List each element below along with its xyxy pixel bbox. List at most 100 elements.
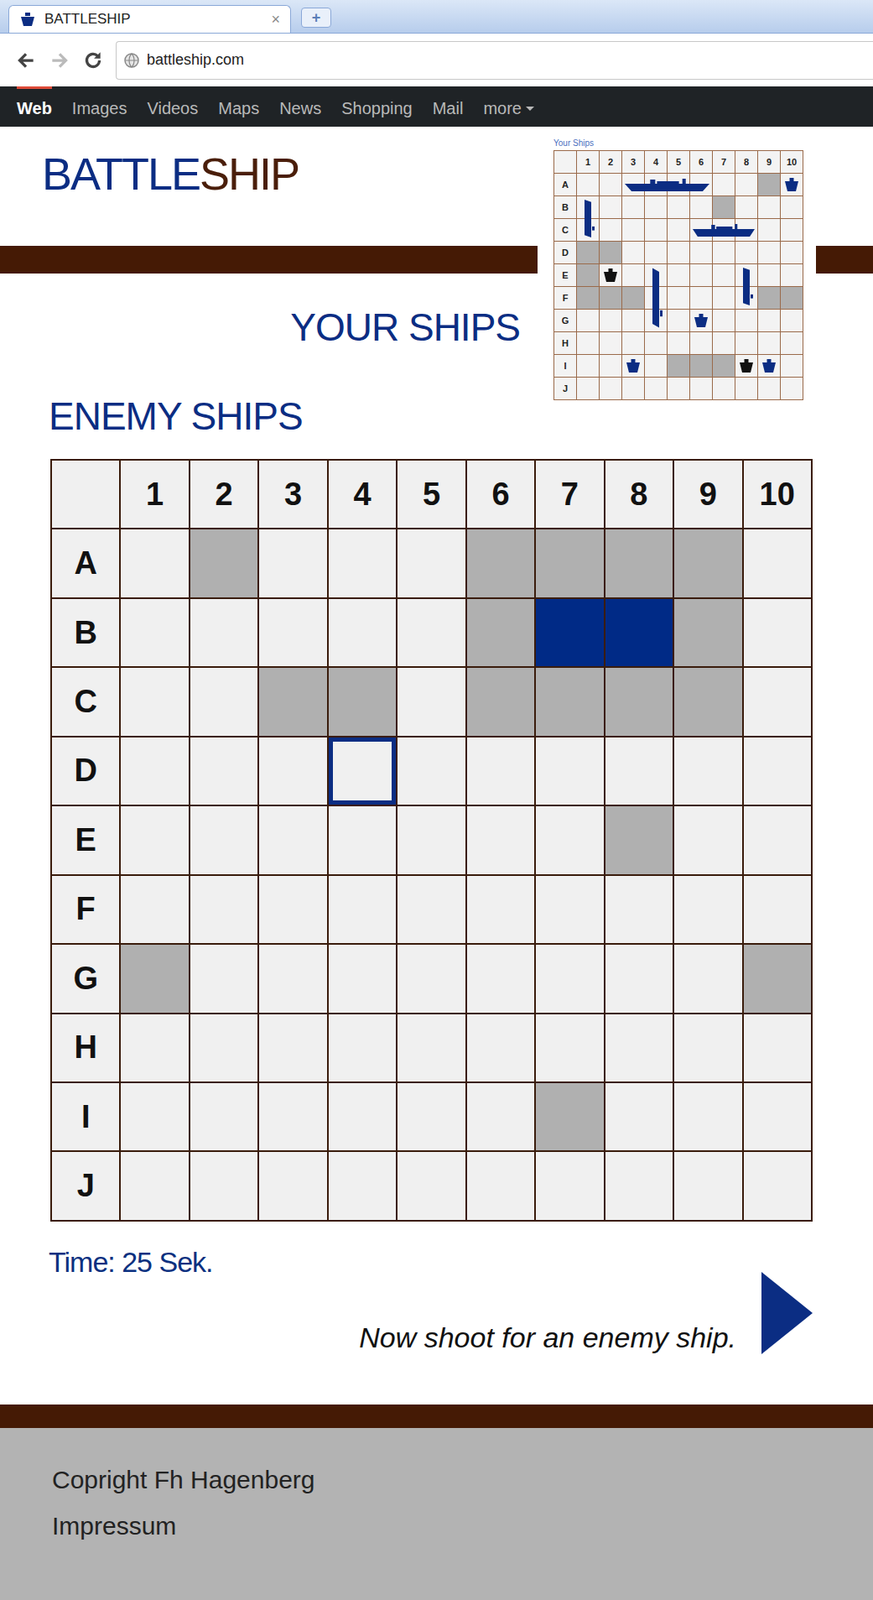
target-cell[interactable]	[535, 805, 603, 873]
target-cell[interactable]	[674, 1082, 742, 1150]
target-cell[interactable]	[605, 944, 673, 1012]
target-cell[interactable]	[605, 805, 673, 873]
reload-icon[interactable]	[82, 49, 104, 72]
target-cell[interactable]	[674, 737, 742, 805]
target-cell[interactable]	[605, 737, 673, 805]
target-cell[interactable]	[535, 1151, 603, 1219]
target-cell[interactable]	[467, 944, 535, 1012]
nav-item[interactable]: Maps	[218, 86, 260, 127]
target-cell[interactable]	[259, 529, 327, 597]
target-cell[interactable]	[328, 598, 396, 666]
play-triangle-icon[interactable]	[761, 1271, 813, 1354]
target-cell[interactable]	[605, 1082, 673, 1150]
target-cell[interactable]	[120, 667, 188, 735]
nav-item[interactable]: Shopping	[341, 86, 413, 127]
target-cell[interactable]	[674, 1151, 742, 1219]
target-cell[interactable]	[120, 1151, 188, 1219]
target-cell[interactable]	[535, 1013, 603, 1081]
nav-item[interactable]: News	[279, 86, 322, 127]
target-cell[interactable]	[743, 737, 811, 805]
target-cell[interactable]	[190, 1151, 258, 1219]
target-cell[interactable]	[743, 1013, 811, 1081]
target-cell[interactable]	[328, 737, 396, 805]
target-cell[interactable]	[674, 944, 742, 1012]
target-cell[interactable]	[259, 944, 327, 1012]
target-cell[interactable]	[259, 805, 327, 873]
target-cell[interactable]	[743, 944, 811, 1012]
nav-item[interactable]: Web	[16, 86, 52, 127]
target-cell[interactable]	[120, 1013, 188, 1081]
target-cell[interactable]	[397, 598, 465, 666]
target-cell[interactable]	[397, 875, 465, 943]
target-cell[interactable]	[743, 598, 811, 666]
target-cell[interactable]	[674, 667, 742, 735]
target-cell[interactable]	[674, 529, 742, 597]
target-cell[interactable]	[120, 529, 188, 597]
target-cell[interactable]	[467, 1082, 535, 1150]
target-cell[interactable]	[674, 1013, 742, 1081]
target-cell[interactable]	[467, 737, 535, 805]
target-cell[interactable]	[535, 667, 603, 735]
target-cell[interactable]	[467, 667, 535, 735]
nav-item[interactable]: more	[483, 86, 535, 127]
nav-item[interactable]: Mail	[432, 86, 464, 127]
target-cell[interactable]	[467, 1151, 535, 1219]
target-cell[interactable]	[190, 1082, 258, 1150]
target-cell[interactable]	[397, 805, 465, 873]
target-cell[interactable]	[120, 598, 188, 666]
target-cell[interactable]	[328, 529, 396, 597]
target-cell[interactable]	[605, 875, 673, 943]
target-cell[interactable]	[743, 529, 811, 597]
browser-tab[interactable]: BATTLESHIP ×	[8, 5, 291, 33]
target-cell[interactable]	[743, 875, 811, 943]
target-cell[interactable]	[259, 598, 327, 666]
target-cell[interactable]	[190, 805, 258, 873]
target-cell[interactable]	[743, 667, 811, 735]
target-cell[interactable]	[743, 805, 811, 873]
target-cell[interactable]	[674, 875, 742, 943]
target-cell[interactable]	[328, 875, 396, 943]
target-cell[interactable]	[605, 667, 673, 735]
target-cell[interactable]	[328, 667, 396, 735]
target-cell[interactable]	[397, 529, 465, 597]
target-cell[interactable]	[120, 805, 188, 873]
target-cell[interactable]	[605, 598, 673, 666]
target-cell[interactable]	[259, 875, 327, 943]
target-cell[interactable]	[467, 598, 535, 666]
target-cell[interactable]	[259, 1013, 327, 1081]
target-cell[interactable]	[120, 944, 188, 1012]
target-cell[interactable]	[190, 667, 258, 735]
target-cell[interactable]	[535, 1082, 603, 1150]
target-cell[interactable]	[259, 1082, 327, 1150]
forward-arrow-icon[interactable]	[48, 49, 71, 72]
new-tab-button[interactable]: +	[301, 7, 332, 28]
target-cell[interactable]	[467, 529, 535, 597]
target-cell[interactable]	[467, 1013, 535, 1081]
target-cell[interactable]	[328, 944, 396, 1012]
target-cell[interactable]	[535, 944, 603, 1012]
target-cell[interactable]	[259, 667, 327, 735]
target-cell[interactable]	[397, 944, 465, 1012]
target-cell[interactable]	[190, 875, 258, 943]
footer-link[interactable]: Copright Fh Hagenberg	[51, 1455, 822, 1502]
target-cell[interactable]	[397, 1013, 465, 1081]
target-cell[interactable]	[605, 529, 673, 597]
target-cell[interactable]	[743, 1082, 811, 1150]
target-cell[interactable]	[535, 598, 603, 666]
target-cell[interactable]	[674, 598, 742, 666]
target-cell[interactable]	[328, 1082, 396, 1150]
tab-close[interactable]: ×	[270, 10, 281, 29]
address-bar[interactable]: battleship.com	[115, 41, 873, 80]
target-cell[interactable]	[190, 1013, 258, 1081]
target-cell[interactable]	[328, 1151, 396, 1219]
target-cell[interactable]	[120, 875, 188, 943]
target-cell[interactable]	[328, 805, 396, 873]
nav-item[interactable]: Images	[72, 86, 128, 127]
target-cell[interactable]	[467, 805, 535, 873]
target-cell[interactable]	[605, 1151, 673, 1219]
target-cell[interactable]	[397, 1082, 465, 1150]
target-cell[interactable]	[259, 1151, 327, 1219]
target-cell[interactable]	[535, 875, 603, 943]
target-cell[interactable]	[120, 1082, 188, 1150]
nav-item[interactable]: Videos	[146, 86, 198, 127]
